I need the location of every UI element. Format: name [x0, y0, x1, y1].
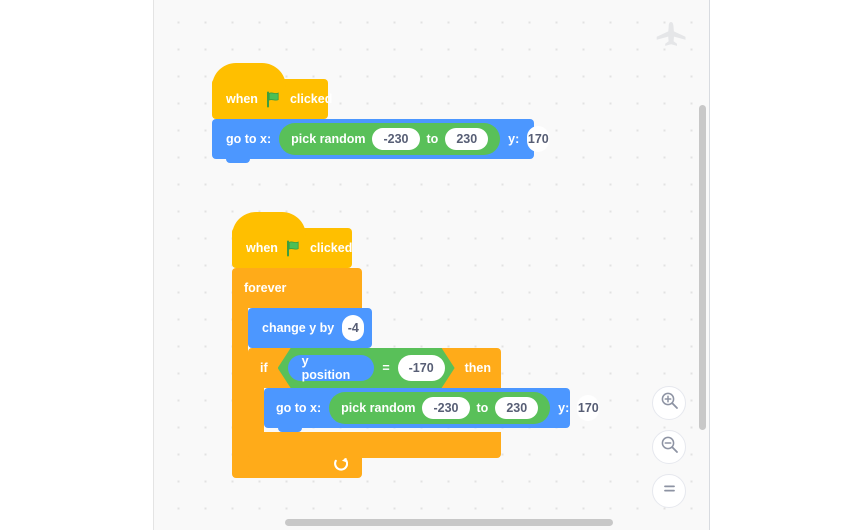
- forever-left-arm: [232, 308, 248, 450]
- equals-right-input[interactable]: -170: [398, 355, 445, 381]
- zoom-reset-button[interactable]: [652, 474, 686, 508]
- block-when-flag-clicked[interactable]: when clicked: [232, 212, 353, 268]
- vertical-scrollbar[interactable]: [697, 0, 708, 530]
- clicked-label: clicked: [289, 91, 333, 106]
- stack-notch: [278, 427, 302, 432]
- equals-operator-symbol: =: [382, 360, 390, 375]
- pick-random-to-label: to: [476, 400, 489, 415]
- right-gutter: [710, 0, 862, 530]
- green-flag-icon: [286, 240, 302, 257]
- if-left-arm: [248, 388, 264, 432]
- vertical-scrollbar-thumb[interactable]: [699, 105, 706, 430]
- pick-random-from-input[interactable]: -230: [372, 128, 420, 150]
- if-footer[interactable]: [248, 432, 501, 458]
- change-y-by-label: change y by: [262, 320, 335, 335]
- block-equals-operator[interactable]: y position = -170: [278, 348, 455, 388]
- pick-random-from-input[interactable]: -230: [422, 397, 470, 419]
- go-to-x-label: go to x:: [276, 400, 322, 415]
- block-when-flag-clicked[interactable]: when clicked: [212, 63, 332, 119]
- change-y-by-input[interactable]: -4: [342, 315, 365, 341]
- green-flag-icon: [266, 91, 282, 108]
- airplane-sprite-icon: [654, 20, 688, 55]
- block-go-to-xy[interactable]: go to x: pick random -230 to 230 y: 170: [212, 119, 550, 163]
- when-label: when: [246, 240, 278, 255]
- zoom-in-button[interactable]: [652, 386, 686, 420]
- magnifier-plus-icon: [660, 391, 679, 415]
- block-change-y-by[interactable]: change y by -4: [248, 308, 372, 352]
- when-label: when: [226, 91, 258, 106]
- block-pick-random[interactable]: pick random -230 to 230: [279, 123, 501, 155]
- go-to-x-label: go to x:: [226, 131, 272, 146]
- if-header[interactable]: if y position = -170 then: [248, 348, 501, 388]
- block-y-position[interactable]: y position: [288, 355, 375, 381]
- left-gutter: [0, 0, 153, 530]
- clicked-label: clicked: [309, 240, 353, 255]
- blocks-workspace[interactable]: when clicked go to x: pick random -230 t…: [153, 0, 710, 530]
- go-to-y-label: y:: [508, 131, 520, 146]
- forever-header[interactable]: forever: [232, 268, 362, 308]
- go-to-y-input[interactable]: 170: [577, 395, 600, 421]
- pick-random-to-label: to: [426, 131, 439, 146]
- go-to-y-input[interactable]: 170: [527, 126, 550, 152]
- equals-icon: [660, 479, 679, 503]
- pick-random-to-input[interactable]: 230: [445, 128, 489, 150]
- horizontal-scrollbar-thumb[interactable]: [285, 519, 613, 526]
- pick-random-label: pick random: [341, 400, 416, 415]
- if-label: if: [260, 360, 268, 375]
- then-label: then: [464, 360, 491, 375]
- scratch-editor-root: when clicked go to x: pick random -230 t…: [0, 0, 862, 530]
- magnifier-minus-icon: [660, 435, 679, 459]
- zoom-out-button[interactable]: [652, 430, 686, 464]
- pick-random-label: pick random: [291, 131, 366, 146]
- pick-random-to-input[interactable]: 230: [495, 397, 539, 419]
- stack-notch: [226, 158, 250, 163]
- block-pick-random[interactable]: pick random -230 to 230: [329, 392, 551, 424]
- loop-arrow-icon: [332, 457, 349, 476]
- forever-label: forever: [244, 280, 287, 295]
- go-to-y-label: y:: [558, 400, 570, 415]
- block-go-to-xy[interactable]: go to x: pick random -230 to 230 y: 170: [264, 388, 600, 432]
